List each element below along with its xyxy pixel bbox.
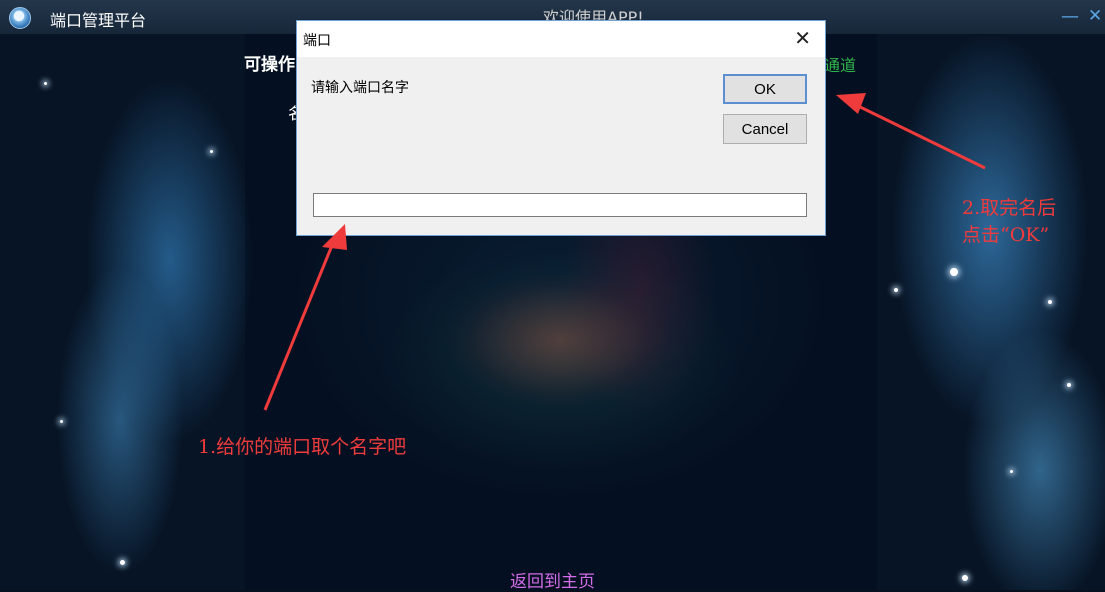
dialog-prompt: 请输入端口名字 [311, 80, 409, 96]
star [1067, 383, 1071, 387]
star [1048, 300, 1052, 304]
dialog-title-bar: 端口 ✕ [297, 21, 825, 57]
dialog-title: 端口 [303, 33, 331, 49]
star [962, 575, 968, 581]
star [44, 82, 47, 85]
ok-button[interactable]: OK [723, 74, 807, 104]
annotation-step2-line2: 点击“OK” [962, 224, 1050, 246]
minimize-icon[interactable]: — [1061, 6, 1079, 27]
annotation-step2-line1: 2.取完名后 [962, 197, 1057, 219]
star [1010, 470, 1013, 473]
star [60, 420, 63, 423]
star [120, 560, 125, 565]
close-window-icon[interactable]: ✕ [1088, 6, 1102, 26]
operable-label: 可操作 [244, 55, 295, 75]
annotation-step1: 1.给你的端口取个名字吧 [198, 436, 407, 458]
back-home-link[interactable]: 返回到主页 [510, 567, 595, 592]
star [950, 268, 958, 276]
star [894, 288, 898, 292]
dialog-close-icon[interactable]: ✕ [794, 26, 811, 50]
cancel-button[interactable]: Cancel [723, 114, 807, 144]
port-name-dialog: 端口 ✕ 请输入端口名字 OK Cancel [296, 20, 826, 236]
channel-label: 通道 [824, 56, 857, 75]
port-name-input[interactable] [313, 193, 807, 217]
app-logo-icon [9, 7, 31, 29]
app-title: 端口管理平台 [50, 11, 147, 30]
star [210, 150, 213, 153]
